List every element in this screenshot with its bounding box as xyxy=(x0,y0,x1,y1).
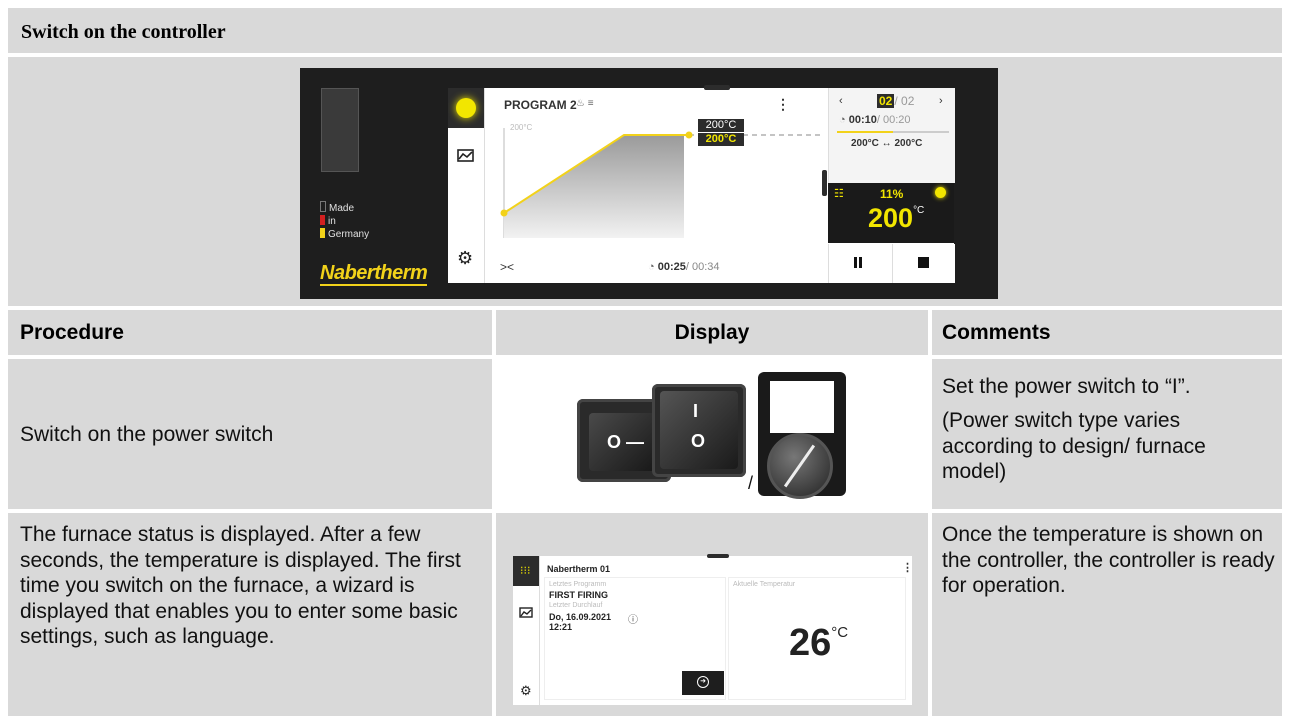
current-temp-card: Aktuelle Temperatur 26°C xyxy=(729,578,905,699)
nav-program-tile[interactable] xyxy=(448,88,484,128)
controller-blank-module xyxy=(321,88,359,172)
current-temperature: 26°C xyxy=(789,622,849,664)
segment-progress-fill xyxy=(837,131,893,133)
rocker-switch-on: I O xyxy=(652,384,746,477)
segment-panel: ‹ 02/ 02 › ◔ 00:10/ 00:20 200°C ↔ 200°C xyxy=(828,88,955,183)
big-temperature: 200°C xyxy=(868,203,925,233)
segment-counter: 02/ 02 xyxy=(877,94,915,108)
info-icon[interactable]: ⓘ xyxy=(628,611,638,626)
flag-red-icon xyxy=(320,215,325,225)
made-in-germany-label: Made in Germany xyxy=(320,201,369,241)
nav-grid-tile[interactable]: ⁝⁝⁝ xyxy=(513,556,539,586)
row1-comments: Set the power switch to “I”. (Power swit… xyxy=(932,359,1282,509)
grid-icon xyxy=(456,98,476,118)
clock-icon: ◔ xyxy=(648,261,658,273)
stop-button[interactable] xyxy=(892,244,955,283)
segment-progress-bar xyxy=(837,131,949,133)
brand-line-in: in xyxy=(320,215,369,228)
segment-prev-icon[interactable]: ‹ xyxy=(839,95,843,107)
rotary-knob-indicator xyxy=(783,444,816,488)
controller-panel: Made in Germany Nabertherm ⚙ PROGRAM 2 ♨… xyxy=(300,68,998,299)
status-title: Nabertherm 01 xyxy=(547,564,611,574)
status-screen: ⁝⁝⁝ ⚙ Nabertherm 01 ⋮ Letztes Programm F… xyxy=(513,554,913,705)
header-procedure: Procedure xyxy=(8,310,492,355)
start-icon: ➜ xyxy=(697,676,709,688)
stop-icon xyxy=(918,257,929,268)
rocker-on-face: I O xyxy=(660,391,738,469)
gear-icon[interactable]: ⚙ xyxy=(520,683,532,699)
lamp-icon xyxy=(935,187,946,198)
row2-comments: Once the temperature is shown on the con… xyxy=(932,513,1282,716)
pause-button[interactable] xyxy=(828,244,891,283)
header-comments: Comments xyxy=(932,310,1282,355)
status-nav: ⁝⁝⁝ ⚙ xyxy=(513,556,540,705)
screen-top-handle[interactable] xyxy=(704,85,730,90)
nabertherm-logo: Nabertherm xyxy=(320,262,428,286)
pause-icon xyxy=(854,257,857,268)
program-time: ◔ 00:25/ 00:34 xyxy=(648,261,720,273)
setpoint-badge: 200°C xyxy=(698,119,744,132)
flag-black-icon xyxy=(320,201,326,212)
section-title-bar: Switch on the controller xyxy=(8,8,1282,53)
row2-procedure: The furnace status is displayed. After a… xyxy=(8,513,492,716)
brand-line-made: Made xyxy=(320,201,369,215)
gear-icon[interactable]: ⚙ xyxy=(457,248,473,269)
menu-dots-icon[interactable]: ⋮ xyxy=(902,561,913,574)
segment-time: ◔ 00:10/ 00:20 xyxy=(839,114,911,126)
heating-icon: ☷ xyxy=(834,188,844,200)
last-program-card: Letztes Programm FIRST FIRING Letzter Du… xyxy=(545,578,725,699)
grid-icon: ⁝⁝⁝ xyxy=(520,565,531,577)
status-top-handle[interactable] xyxy=(707,554,729,558)
controller-screen: ⚙ PROGRAM 2 ♨ ≡ ⋮ 200°C 200°C 200°C >< ◔… xyxy=(448,85,955,283)
start-program-button[interactable]: ➜ xyxy=(682,671,724,695)
status-panel: ☷ 11% 200°C xyxy=(828,183,954,243)
switch-separator: / xyxy=(748,473,754,493)
row1-display: O — I O / xyxy=(496,359,928,509)
power-percent: 11% xyxy=(880,187,904,201)
chart-icon[interactable] xyxy=(519,606,533,624)
axis-label: 200°C xyxy=(510,123,533,132)
collapse-icon[interactable]: >< xyxy=(500,260,514,274)
actual-badge: 200°C xyxy=(698,133,744,146)
screen-side-handle[interactable] xyxy=(822,170,827,196)
segment-temp-range: 200°C ↔ 200°C xyxy=(851,138,923,149)
chart-icon[interactable] xyxy=(456,148,476,164)
segment-next-icon[interactable]: › xyxy=(939,95,943,107)
row2-display: ⁝⁝⁝ ⚙ Nabertherm 01 ⋮ Letztes Programm F… xyxy=(496,513,928,716)
rotary-knob xyxy=(767,433,833,499)
row1-procedure: Switch on the power switch xyxy=(8,359,492,509)
header-display: Display xyxy=(496,310,928,355)
rotary-switch xyxy=(758,372,846,499)
section-title: Switch on the controller xyxy=(21,21,226,43)
flag-gold-icon xyxy=(320,228,325,238)
screen-nav: ⚙ xyxy=(448,88,485,283)
brand-line-germany: Germany xyxy=(320,228,369,241)
rotary-window xyxy=(770,381,834,433)
program-curve-chart xyxy=(500,128,824,238)
clock-icon: ◔ xyxy=(839,114,849,126)
